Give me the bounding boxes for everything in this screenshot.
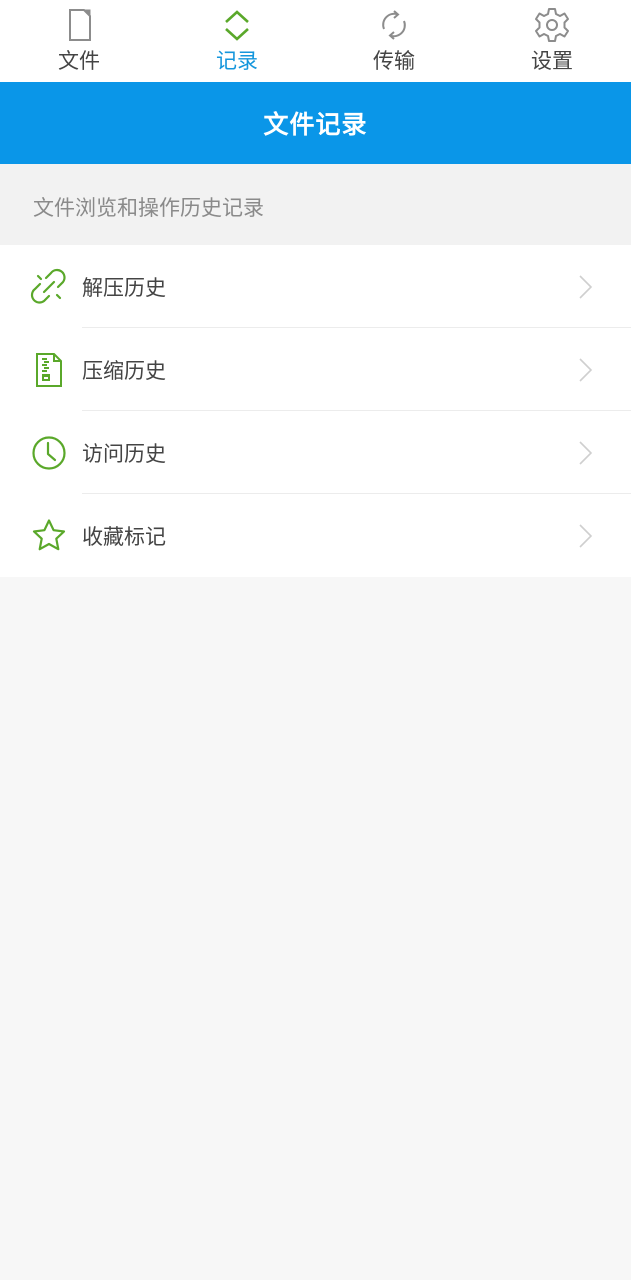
chevron-right-icon — [579, 441, 593, 465]
sync-icon — [382, 10, 406, 40]
description-text: 文件浏览和操作历史记录 — [33, 196, 264, 220]
chevron-right-icon — [579, 358, 593, 382]
file-icon — [69, 9, 91, 41]
tab-settings[interactable]: 设置 — [492, 0, 612, 82]
top-tab-bar: 文件 记录 传输 设置 — [0, 0, 631, 83]
menu-item-compress-history[interactable]: 压缩历史 — [0, 328, 631, 411]
page-title: 文件记录 — [263, 110, 368, 139]
menu-item-label: 访问历史 — [82, 442, 166, 466]
chevron-right-icon — [579, 524, 593, 548]
link-icon — [30, 268, 66, 304]
menu-item-favorites[interactable]: 收藏标记 — [0, 494, 631, 577]
tab-file-label: 文件 — [58, 49, 100, 73]
menu-item-extract-history[interactable]: 解压历史 — [0, 245, 631, 328]
tab-transfer-label: 传输 — [373, 49, 415, 73]
up-down-chevron-icon — [225, 10, 249, 41]
tab-file[interactable]: 文件 — [19, 0, 139, 82]
tab-records-label: 记录 — [216, 49, 258, 73]
zip-file-icon — [36, 353, 62, 387]
menu-item-access-history[interactable]: 访问历史 — [0, 411, 631, 494]
menu-item-label: 压缩历史 — [82, 359, 166, 383]
section-description: 文件浏览和操作历史记录 — [0, 164, 631, 245]
chevron-right-icon — [579, 275, 593, 299]
star-icon — [32, 519, 66, 551]
gear-icon — [535, 8, 569, 42]
clock-icon — [32, 436, 66, 470]
menu-item-label: 解压历史 — [82, 276, 166, 300]
tab-transfer[interactable]: 传输 — [334, 0, 454, 82]
page-header: 文件记录 — [0, 82, 631, 164]
menu-item-label: 收藏标记 — [82, 525, 166, 549]
tab-settings-label: 设置 — [531, 49, 573, 73]
tab-records[interactable]: 记录 — [177, 0, 297, 82]
history-menu-list: 解压历史 压缩历史 访问历史 收藏标记 — [0, 245, 631, 577]
